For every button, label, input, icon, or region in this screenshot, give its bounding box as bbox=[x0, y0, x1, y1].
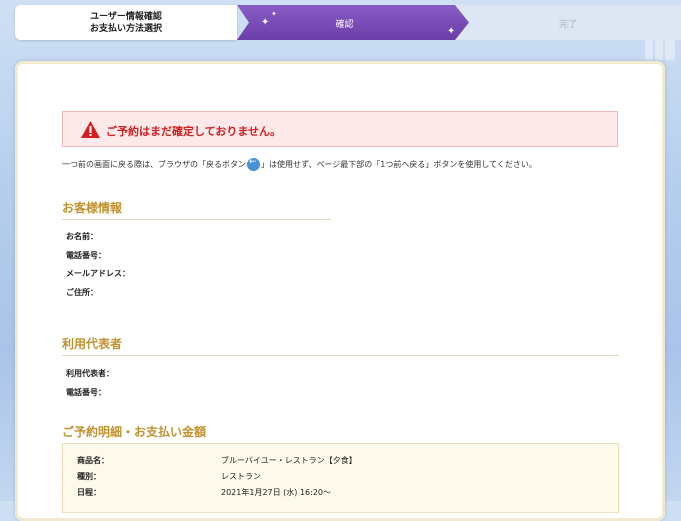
customer-phone-label: 電話番号： bbox=[66, 251, 106, 260]
row-value: レストラン bbox=[221, 472, 261, 481]
representative-phone-label: 電話番号： bbox=[66, 388, 106, 397]
row-value: ブルーバイユー・レストラン【夕食】 bbox=[221, 456, 357, 465]
row-key: 商品名： bbox=[77, 456, 109, 465]
step-user-info: ユーザー情報確認 お支払い方法選択 bbox=[15, 5, 237, 40]
warning-icon bbox=[81, 121, 100, 138]
customer-email-label: メールアドレス： bbox=[66, 269, 130, 278]
sparkle-icon: ✦ bbox=[271, 10, 277, 18]
step-1-label-line1: ユーザー情報確認 bbox=[90, 12, 162, 22]
step-confirm: 確認 ✦ ✦ ✦ bbox=[237, 5, 469, 40]
representative-heading-divider bbox=[62, 355, 619, 356]
alert-message: ご予約はまだ確定しておりません。 bbox=[106, 125, 282, 138]
note-text-after: 」は使用せず、ページ最下部の「1つ前へ戻る」ボタンを使用してください。 bbox=[261, 160, 537, 169]
customer-address-label: ご住所： bbox=[66, 288, 98, 297]
unconfirmed-alert: ご予約はまだ確定しておりません。 bbox=[62, 111, 618, 147]
reservation-heading: ご予約明細・お支払い金額 bbox=[62, 425, 207, 439]
row-key: 日程： bbox=[77, 488, 101, 497]
representative-heading: 利用代表者 bbox=[62, 337, 123, 351]
back-button-note: 一つ前の画面に戻る際は、ブラウザの「戻るボタン 」は使用せず、ページ最下部の「1つ… bbox=[62, 157, 537, 171]
sparkle-icon: ✦ bbox=[261, 17, 270, 28]
note-text-before: 一つ前の画面に戻る際は、ブラウザの「戻るボタン bbox=[62, 160, 246, 169]
step-complete: 完了 bbox=[455, 5, 681, 40]
row-key: 種別： bbox=[77, 472, 101, 481]
step-3-label: 完了 bbox=[558, 20, 577, 30]
reservation-details: 商品名： ブルーバイユー・レストラン【夕食】 種別： レストラン 日程： 202… bbox=[62, 443, 619, 513]
progress-steps: ユーザー情報確認 お支払い方法選択 完了 確認 ✦ ✦ ✦ bbox=[15, 5, 681, 40]
sparkle-icon: ✦ bbox=[447, 26, 456, 37]
row-value: 2021年1月27日 (水) 16:20〜 bbox=[221, 488, 332, 497]
step-1-label-line2: お支払い方法選択 bbox=[89, 24, 162, 34]
representative-name-label: 利用代表者： bbox=[66, 369, 114, 378]
customer-heading-divider bbox=[62, 219, 331, 220]
customer-info-heading: お客様情報 bbox=[62, 201, 123, 215]
back-arrow-icon bbox=[247, 157, 260, 171]
customer-name-label: お名前： bbox=[66, 232, 98, 241]
